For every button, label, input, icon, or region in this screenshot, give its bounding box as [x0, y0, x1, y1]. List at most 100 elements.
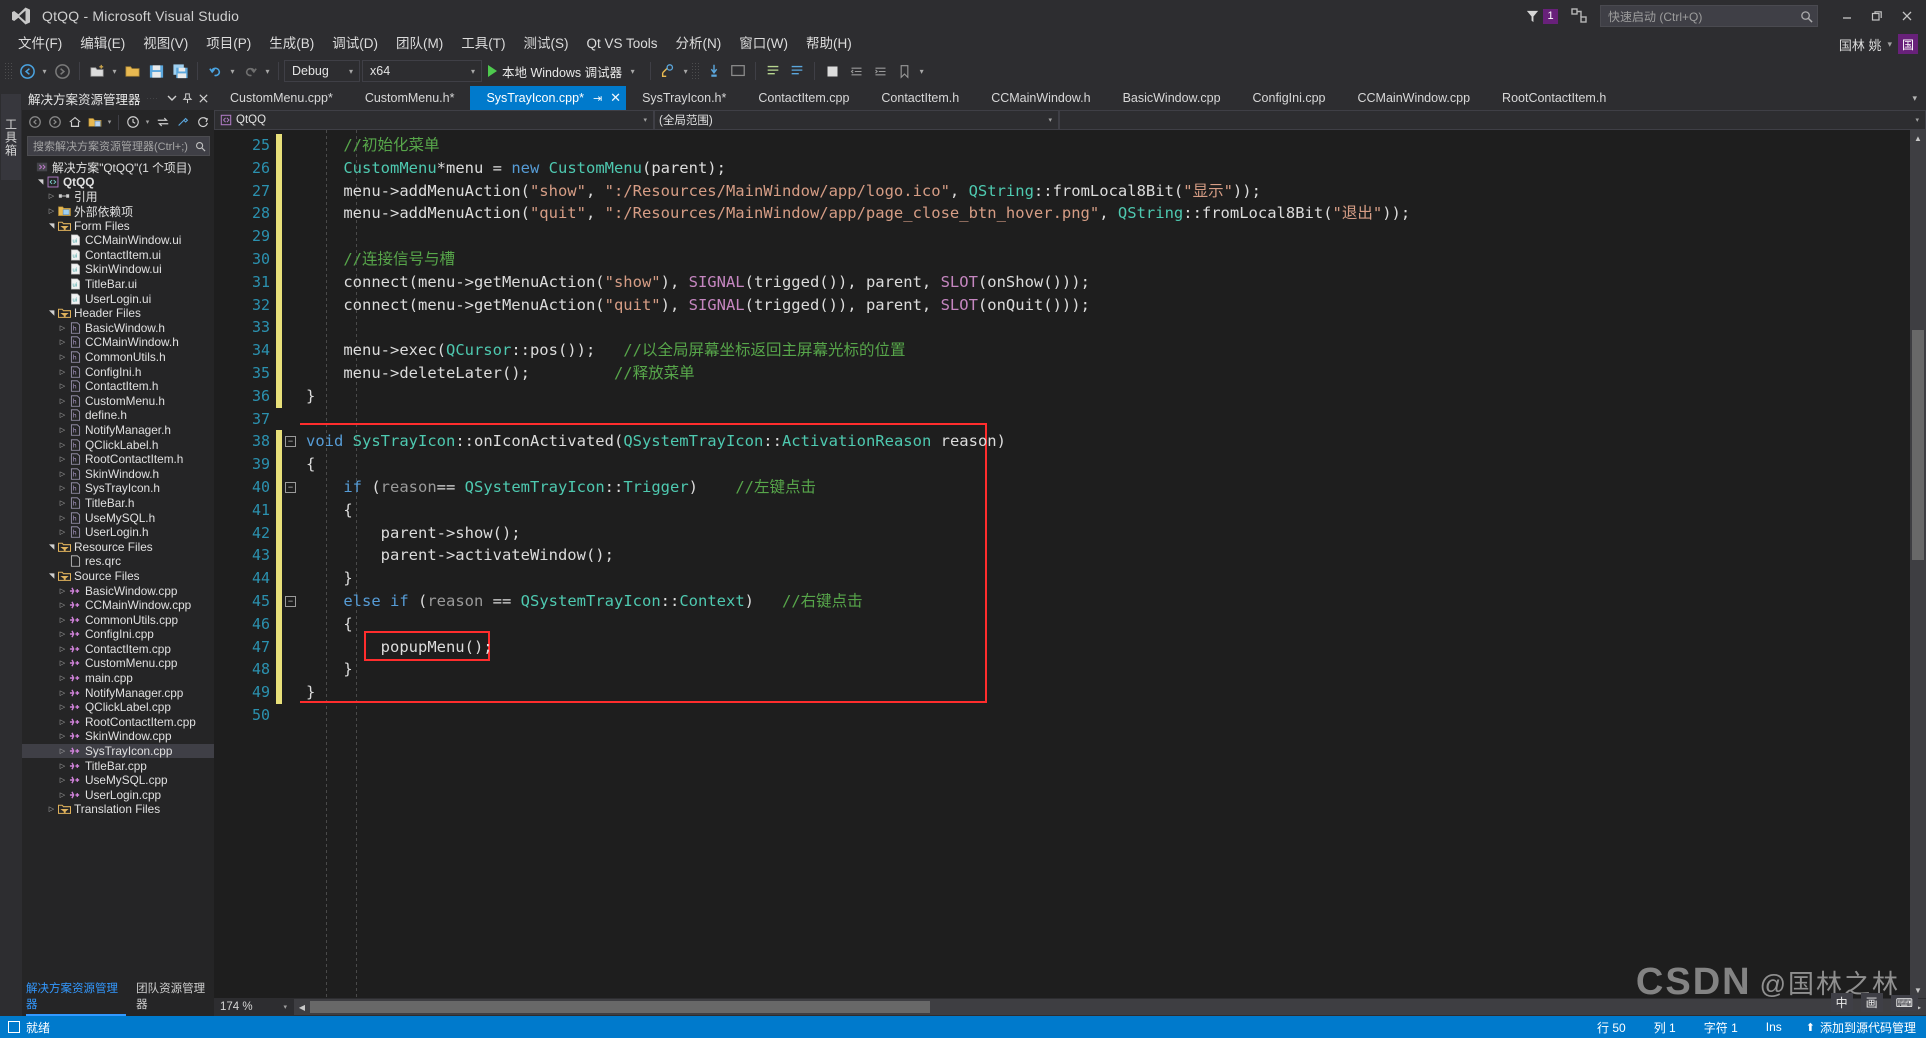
- solution-explorer-search-input[interactable]: 搜索解决方案资源管理器(Ctrl+;): [27, 136, 210, 156]
- code-line[interactable]: {: [300, 453, 1910, 476]
- expand-arrow-closed-icon[interactable]: ▷: [57, 528, 68, 536]
- code-line[interactable]: {: [300, 499, 1910, 522]
- indent-increase-icon[interactable]: [868, 59, 892, 83]
- chevron-down-icon[interactable]: ▾: [1042, 116, 1058, 124]
- outlining-margin[interactable]: − − −: [282, 130, 300, 998]
- code-line[interactable]: CustomMenu*menu = new CustomMenu(parent)…: [300, 157, 1910, 180]
- collapse-icon[interactable]: −: [285, 481, 296, 493]
- undo-dropdown-icon[interactable]: ▾: [227, 59, 238, 83]
- navigate-back-icon[interactable]: [15, 59, 39, 83]
- menu-item-view[interactable]: 视图(V): [134, 32, 197, 56]
- tree-item-qclicklabel.cpp[interactable]: ▷ QClickLabel.cpp: [22, 700, 214, 715]
- tree-item-rootcontactitem.cpp[interactable]: ▷ RootContactItem.cpp: [22, 715, 214, 730]
- tab-team-explorer[interactable]: 团队资源管理器: [136, 980, 214, 1016]
- close-button[interactable]: [1892, 2, 1922, 30]
- notification-count-badge[interactable]: 1: [1543, 8, 1558, 24]
- tree-item-systrayicon.h[interactable]: ▷ h SysTrayIcon.h: [22, 481, 214, 496]
- code-line[interactable]: }: [300, 567, 1910, 590]
- code-line[interactable]: menu->addMenuAction("quit", ":/Resources…: [300, 202, 1910, 225]
- tree-item-ccmainwindow.h[interactable]: ▷ h CCMainWindow.h: [22, 335, 214, 350]
- expand-arrow-closed-icon[interactable]: ▷: [57, 601, 68, 609]
- document-tab-configini.cpp[interactable]: ConfigIni.cpp: [1237, 86, 1342, 110]
- menu-item-test[interactable]: 测试(S): [515, 32, 578, 56]
- tree-item-skinwindow.cpp[interactable]: ▷ SkinWindow.cpp: [22, 729, 214, 744]
- expand-arrow-closed-icon[interactable]: ▷: [57, 703, 68, 711]
- chevron-down-icon[interactable]: ▾: [105, 112, 114, 132]
- menu-item-build[interactable]: 生成(B): [260, 32, 323, 56]
- save-icon[interactable]: [144, 59, 168, 83]
- properties-icon[interactable]: [173, 112, 192, 132]
- forward-icon[interactable]: [45, 112, 64, 132]
- code-line[interactable]: //连接信号与槽: [300, 248, 1910, 271]
- tree-item-systrayicon.cpp[interactable]: ▷ SysTrayIcon.cpp: [22, 743, 214, 759]
- tree-item-configini.h[interactable]: ▷ h ConfigIni.h: [22, 364, 214, 379]
- new-project-icon[interactable]: [85, 59, 109, 83]
- tree-item-source-files[interactable]: ◢ Source Files: [22, 569, 214, 584]
- tab-overflow-icon[interactable]: ▾: [1907, 93, 1922, 104]
- back-dropdown-icon[interactable]: ▾: [39, 59, 50, 83]
- navbar-scope-combo[interactable]: (全局范围) ▾: [654, 109, 1059, 130]
- menu-item-project[interactable]: 项目(P): [197, 32, 260, 56]
- tree-item-notifymanager.cpp[interactable]: ▷ NotifyManager.cpp: [22, 685, 214, 700]
- document-tab-rootcontactitem.h[interactable]: RootContactItem.h: [1486, 86, 1622, 110]
- code-line[interactable]: menu->addMenuAction("show", ":/Resources…: [300, 180, 1910, 203]
- document-tab-systrayicon.h[interactable]: SysTrayIcon.h*: [626, 86, 742, 110]
- tab-solution-explorer[interactable]: 解决方案资源管理器: [26, 980, 127, 1016]
- expand-arrow-open-icon[interactable]: ◢: [48, 308, 56, 319]
- chevron-down-icon[interactable]: [165, 92, 178, 105]
- chevron-down-icon[interactable]: ▾: [1887, 39, 1892, 50]
- toolbar-overflow-icon[interactable]: ▾: [916, 59, 927, 83]
- tree-item-contactitem.h[interactable]: ▷ h ContactItem.h: [22, 379, 214, 394]
- notifications[interactable]: 1: [1525, 8, 1558, 24]
- tree-item------qtqq--1-----[interactable]: 解决方案"QtQQ"(1 个项目): [22, 160, 214, 175]
- expand-arrow-closed-icon[interactable]: ▷: [57, 689, 68, 697]
- close-tab-icon[interactable]: ✕: [610, 90, 621, 106]
- minimize-button[interactable]: [1832, 2, 1862, 30]
- comment-selection-icon[interactable]: [761, 59, 785, 83]
- indent-decrease-icon[interactable]: [844, 59, 868, 83]
- zoom-level-combo[interactable]: 174 % ▾: [214, 998, 292, 1016]
- horizontal-scroll-thumb[interactable]: [310, 1001, 930, 1013]
- expand-arrow-open-icon[interactable]: ◢: [48, 220, 56, 231]
- expand-arrow-closed-icon[interactable]: ▷: [57, 484, 68, 492]
- expand-arrow-closed-icon[interactable]: ▷: [57, 353, 68, 361]
- chevron-down-icon[interactable]: ▾: [627, 59, 638, 83]
- code-line[interactable]: }: [300, 681, 1910, 704]
- expand-arrow-closed-icon[interactable]: ▷: [46, 805, 57, 813]
- code-line[interactable]: connect(menu->getMenuAction("quit"), SIG…: [300, 294, 1910, 317]
- chevron-down-icon[interactable]: ▾: [1909, 116, 1925, 124]
- tree-item-ccmainwindow.cpp[interactable]: ▷ CCMainWindow.cpp: [22, 598, 214, 613]
- menu-item-debug[interactable]: 调试(D): [323, 32, 387, 56]
- code-line[interactable]: void SysTrayIcon::onIconActivated(QSyste…: [300, 430, 1910, 453]
- code-line[interactable]: [300, 316, 1910, 339]
- code-line[interactable]: {: [300, 613, 1910, 636]
- code-line[interactable]: [300, 225, 1910, 248]
- expand-arrow-closed-icon[interactable]: ▷: [57, 470, 68, 478]
- chevron-down-icon[interactable]: ▾: [637, 116, 653, 124]
- start-debugging-button[interactable]: 本地 Windows 调试器 ▾: [484, 59, 645, 83]
- tree-item-basicwindow.h[interactable]: ▷ h BasicWindow.h: [22, 321, 214, 336]
- menu-item-team[interactable]: 团队(M): [387, 32, 452, 56]
- menu-item-qt-vs-tools[interactable]: Qt VS Tools: [578, 32, 667, 56]
- attach-dropdown-icon[interactable]: ▾: [680, 59, 691, 83]
- account-area[interactable]: 国林 姚 ▾ 国: [1839, 34, 1926, 54]
- step-into-icon[interactable]: [702, 59, 726, 83]
- editor-horizontal-scrollbar[interactable]: ◀ ▶: [294, 999, 1926, 1015]
- expand-arrow-closed-icon[interactable]: ▷: [57, 338, 68, 346]
- search-icon[interactable]: [1800, 10, 1813, 23]
- pin-icon[interactable]: [181, 92, 194, 105]
- new-project-dropdown-icon[interactable]: ▾: [109, 59, 120, 83]
- refresh-icon[interactable]: [193, 112, 212, 132]
- tree-item-skinwindow.ui[interactable]: ui SkinWindow.ui: [22, 262, 214, 277]
- expand-arrow-closed-icon[interactable]: ▷: [57, 747, 68, 755]
- expand-arrow-closed-icon[interactable]: ▷: [57, 718, 68, 726]
- expand-arrow-closed-icon[interactable]: ▷: [57, 455, 68, 463]
- expand-arrow-closed-icon[interactable]: ▷: [46, 207, 57, 215]
- expand-arrow-closed-icon[interactable]: ▷: [57, 368, 68, 376]
- code-line[interactable]: //初始化菜单: [300, 134, 1910, 157]
- vertical-scroll-thumb[interactable]: [1912, 330, 1924, 560]
- expand-arrow-closed-icon[interactable]: ▷: [57, 732, 68, 740]
- tree-item-header-files[interactable]: ◢ Header Files: [22, 306, 214, 321]
- expand-arrow-closed-icon[interactable]: ▷: [57, 397, 68, 405]
- code-line[interactable]: menu->deleteLater(); //释放菜单: [300, 362, 1910, 385]
